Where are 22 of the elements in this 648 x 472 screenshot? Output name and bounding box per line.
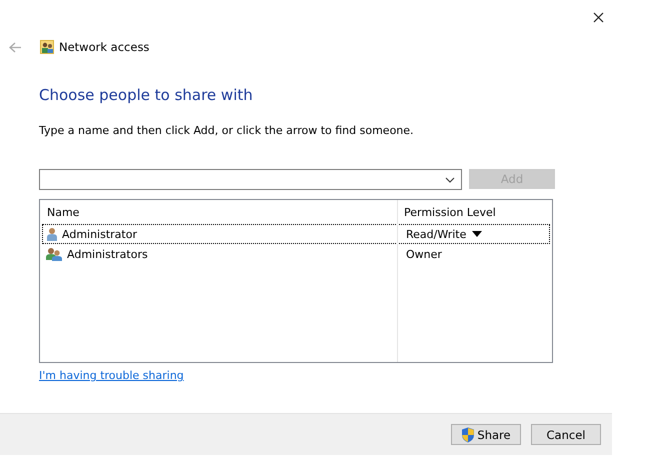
window-title: Network access — [59, 40, 150, 54]
instruction-text: Type a name and then click Add, or click the arrow to find someone. — [39, 124, 415, 137]
column-header[interactable]: Name — [40, 206, 397, 218]
user-name: Administrators — [67, 248, 148, 260]
permission-level: Read/Write — [406, 228, 466, 240]
close-icon[interactable] — [593, 12, 604, 23]
dropdown-arrow-icon[interactable] — [472, 231, 482, 237]
chevron-down-icon[interactable] — [445, 176, 455, 182]
dialog-button[interactable]: Cancel — [531, 424, 601, 445]
users-icon — [46, 247, 63, 261]
help-link[interactable]: I'm having trouble sharing — [39, 369, 184, 382]
list-row[interactable]: Administrators Owner — [42, 244, 550, 264]
user-icon — [46, 227, 58, 241]
permission-level: Owner — [406, 248, 442, 260]
user-name: Administrator — [62, 228, 137, 240]
shield-icon — [461, 426, 476, 442]
name-combobox[interactable] — [39, 169, 462, 190]
heading: Choose people to share with — [39, 86, 254, 104]
column-header[interactable]: Permission Level — [397, 206, 496, 218]
list-row[interactable]: Administrator Read/Write — [42, 224, 550, 244]
users-icon — [40, 40, 54, 54]
dialog-button[interactable]: Share — [451, 424, 521, 445]
